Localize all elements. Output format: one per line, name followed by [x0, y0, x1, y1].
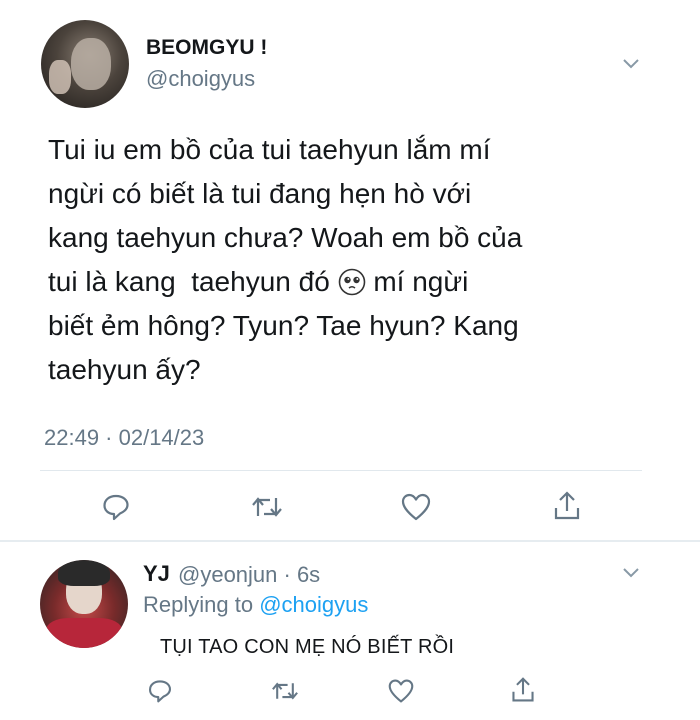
avatar[interactable]: [41, 20, 129, 108]
avatar-hair: [58, 560, 110, 586]
share-icon[interactable]: [510, 676, 540, 706]
avatar-face: [71, 38, 111, 90]
reply-icon[interactable]: [147, 678, 177, 708]
tweet-text: Tui iu em bồ của tui taehyun lắm mí ngừi…: [48, 128, 648, 392]
replying-to: Replying to @choigyus: [143, 592, 368, 618]
share-icon[interactable]: [552, 490, 582, 520]
like-icon[interactable]: [387, 678, 417, 708]
reply-author-handle[interactable]: @yeonjun · 6s: [178, 562, 320, 588]
retweet-icon[interactable]: [250, 492, 282, 522]
pleading-face-icon: [338, 265, 366, 296]
tweet-line: biết ẻm hông? Tyun? Tae hyun? Kang: [48, 310, 519, 341]
reply-text: TỤI TAO CON MẸ NÓ BIẾT RỒI: [160, 636, 455, 658]
tweet-line: taehyun ấy?: [48, 354, 201, 385]
avatar[interactable]: [40, 560, 128, 648]
tweet-line: ngừi có biết là tui đang hẹn hò với: [48, 178, 472, 209]
retweet-icon[interactable]: [270, 678, 300, 708]
divider: [40, 470, 642, 471]
avatar-hand: [49, 60, 71, 94]
avatar-shirt: [46, 618, 122, 648]
tweet-line: Tui iu em bồ của tui taehyun lắm mí: [48, 134, 491, 165]
tweet-line: tui là kang taehyun đó: [48, 266, 330, 297]
replying-to-link[interactable]: @choigyus: [259, 592, 368, 617]
timestamp[interactable]: 22:49 · 02/14/23: [44, 425, 204, 451]
reply-icon[interactable]: [101, 492, 131, 522]
author-handle[interactable]: @choigyus: [146, 66, 255, 92]
reply-action-bar: [0, 676, 700, 708]
reply-author-name[interactable]: YJ: [143, 561, 170, 587]
main-tweet: BEOMGYU ! @choigyus Tui iu em bồ của tui…: [0, 0, 700, 540]
author-name[interactable]: BEOMGYU !: [146, 36, 267, 60]
replying-prefix: Replying to: [143, 592, 260, 617]
chevron-down-icon[interactable]: [622, 58, 640, 70]
reply-tweet: YJ @yeonjun · 6s Replying to @choigyus T…: [0, 542, 700, 720]
like-icon[interactable]: [400, 492, 431, 522]
action-bar: [0, 488, 700, 524]
chevron-down-icon[interactable]: [622, 567, 640, 579]
tweet-line: mí ngừi: [365, 266, 469, 297]
tweet-line: kang taehyun chưa? Woah em bồ của: [48, 222, 523, 253]
